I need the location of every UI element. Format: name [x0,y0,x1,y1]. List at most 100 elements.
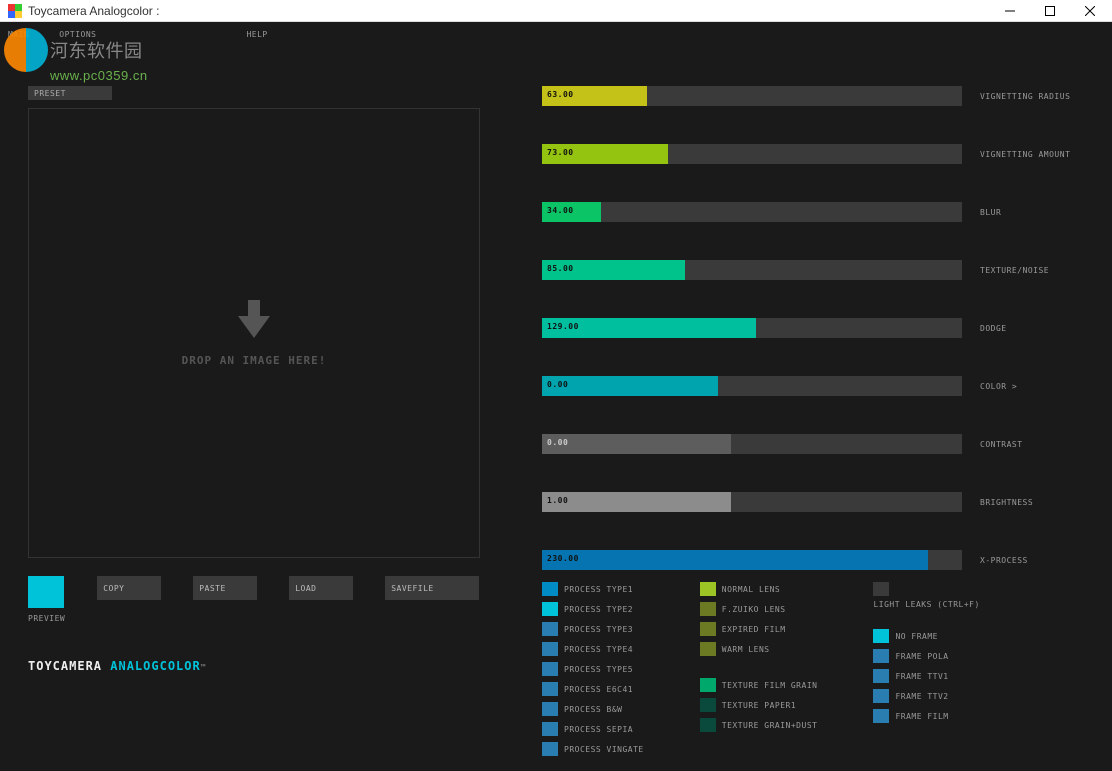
copy-button[interactable]: COPY [97,576,161,600]
option-label: NORMAL LENS [722,585,780,594]
option-swatch-icon [542,662,558,676]
savefile-button[interactable]: SAVEFILE [385,576,479,600]
option-texture-paper1[interactable]: TEXTURE PAPER1 [700,696,818,714]
option-swatch-icon [873,689,889,703]
window-titlebar: Toycamera Analogcolor : [0,0,1112,22]
option-label: WARM LENS [722,645,770,654]
option-process-sepia[interactable]: PROCESS SEPIA [542,720,644,738]
option-swatch-icon [542,742,558,756]
slider-blur[interactable]: 34.00 BLUR [542,202,1082,222]
option-swatch-icon [700,718,716,732]
slider-label: BLUR [980,208,1001,217]
slider-color-[interactable]: 0.00COLOR > [542,376,1082,396]
light-leaks-label: LIGHT LEAKS (CTRL+F) [873,600,979,609]
slider-value: 0.00 [547,438,568,447]
option-process-b-w[interactable]: PROCESS B&W [542,700,644,718]
slider-value: 1.00 [547,496,568,505]
option-label: PROCESS TYPE4 [564,645,633,654]
option-label: FRAME POLA [895,652,948,661]
slider-dodge[interactable]: 129.00DODGE [542,318,1082,338]
option-process-type3[interactable]: PROCESS TYPE3 [542,620,644,638]
menu-options[interactable]: OPTIONS [59,30,96,39]
option-frame-pola[interactable]: FRAME POLA [873,647,979,665]
option-swatch-icon [873,649,889,663]
option-swatch-icon [542,622,558,636]
option-swatch-icon [542,602,558,616]
dropzone-text: DROP AN IMAGE HERE! [182,354,327,367]
preview-swatch[interactable] [28,576,64,608]
slider-value: 73.00 [547,148,574,157]
image-dropzone[interactable]: DROP AN IMAGE HERE! [28,108,480,558]
option-label: TEXTURE GRAIN+DUST [722,721,818,730]
option-swatch-icon [873,709,889,723]
option-swatch-icon [700,698,716,712]
option-no-frame[interactable]: NO FRAME [873,627,979,645]
option-swatch-icon [700,678,716,692]
preset-button[interactable]: PRESET [28,86,112,100]
option-swatch-icon [542,582,558,596]
slider-vignetting-amount[interactable]: 73.00 VIGNETTING AMOUNT [542,144,1082,164]
dropzone-arrow-icon [234,300,274,346]
slider-label: BRIGHTNESS [980,498,1033,507]
close-button[interactable] [1070,0,1110,21]
option-label: F.ZUIKO LENS [722,605,786,614]
slider-label: X-PROCESS [980,556,1028,565]
slider-vignetting-radius[interactable]: 63.00VIGNETTING RADIUS [542,86,1082,106]
slider-texture-noise[interactable]: 85.00TEXTURE/NOISE [542,260,1082,280]
load-button[interactable]: LOAD [289,576,353,600]
paste-button[interactable]: PASTE [193,576,257,600]
option-label: FRAME FILM [895,712,948,721]
option-texture-film-grain[interactable]: TEXTURE FILM GRAIN [700,676,818,694]
option-warm-lens[interactable]: WARM LENS [700,640,818,658]
watermark-url: www.pc0359.cn [50,68,204,83]
menu-main[interactable]: MAIN [8,30,29,39]
option-label: TEXTURE FILM GRAIN [722,681,818,690]
option-swatch-icon [873,582,889,596]
option-process-type1[interactable]: PROCESS TYPE1 [542,580,644,598]
option-process-e6c41[interactable]: PROCESS E6C41 [542,680,644,698]
menu-help[interactable]: HELP [246,30,267,39]
option-swatch-icon [873,629,889,643]
option-process-type4[interactable]: PROCESS TYPE4 [542,640,644,658]
menubar: MAIN OPTIONS HELP [0,22,1112,46]
option-label: PROCESS E6C41 [564,685,633,694]
option-label: EXPIRED FILM [722,625,786,634]
option-label: FRAME TTV2 [895,692,948,701]
option-label: PROCESS TYPE3 [564,625,633,634]
option-swatch-icon [542,682,558,696]
slider-contrast[interactable]: 0.00 CONTRAST [542,434,1082,454]
option-frame-film[interactable]: FRAME FILM [873,707,979,725]
option-swatch-icon [873,669,889,683]
slider-label: VIGNETTING AMOUNT [980,150,1070,159]
slider-label: CONTRAST [980,440,1023,449]
option-expired-film[interactable]: EXPIRED FILM [700,620,818,638]
option-swatch-icon [542,702,558,716]
slider-value: 129.00 [547,322,579,331]
option-swatch-icon [700,642,716,656]
slider-label: COLOR > [980,382,1017,391]
option-label: NO FRAME [895,632,938,641]
maximize-button[interactable] [1030,0,1070,21]
option-swatch-icon [542,642,558,656]
option-empty[interactable] [873,580,979,598]
option-texture-grain-dust[interactable]: TEXTURE GRAIN+DUST [700,716,818,734]
option-normal-lens[interactable]: NORMAL LENS [700,580,818,598]
option-process-vingate[interactable]: PROCESS VINGATE [542,740,644,758]
minimize-button[interactable] [990,0,1030,21]
option-frame-ttv2[interactable]: FRAME TTV2 [873,687,979,705]
app-icon [8,4,22,18]
option-label: PROCESS VINGATE [564,745,644,754]
option-process-type2[interactable]: PROCESS TYPE2 [542,600,644,618]
option-f-zuiko-lens[interactable]: F.ZUIKO LENS [700,600,818,618]
slider-value: 63.00 [547,90,574,99]
option-frame-ttv1[interactable]: FRAME TTV1 [873,667,979,685]
slider-x-process[interactable]: 230.00 X-PROCESS [542,550,1082,570]
slider-value: 230.00 [547,554,579,563]
option-label: PROCESS TYPE1 [564,585,633,594]
slider-brightness[interactable]: 1.00 BRIGHTNESS [542,492,1082,512]
option-label: FRAME TTV1 [895,672,948,681]
option-swatch-icon [542,722,558,736]
option-label: PROCESS B&W [564,705,622,714]
option-process-type5[interactable]: PROCESS TYPE5 [542,660,644,678]
slider-value: 34.00 [547,206,574,215]
